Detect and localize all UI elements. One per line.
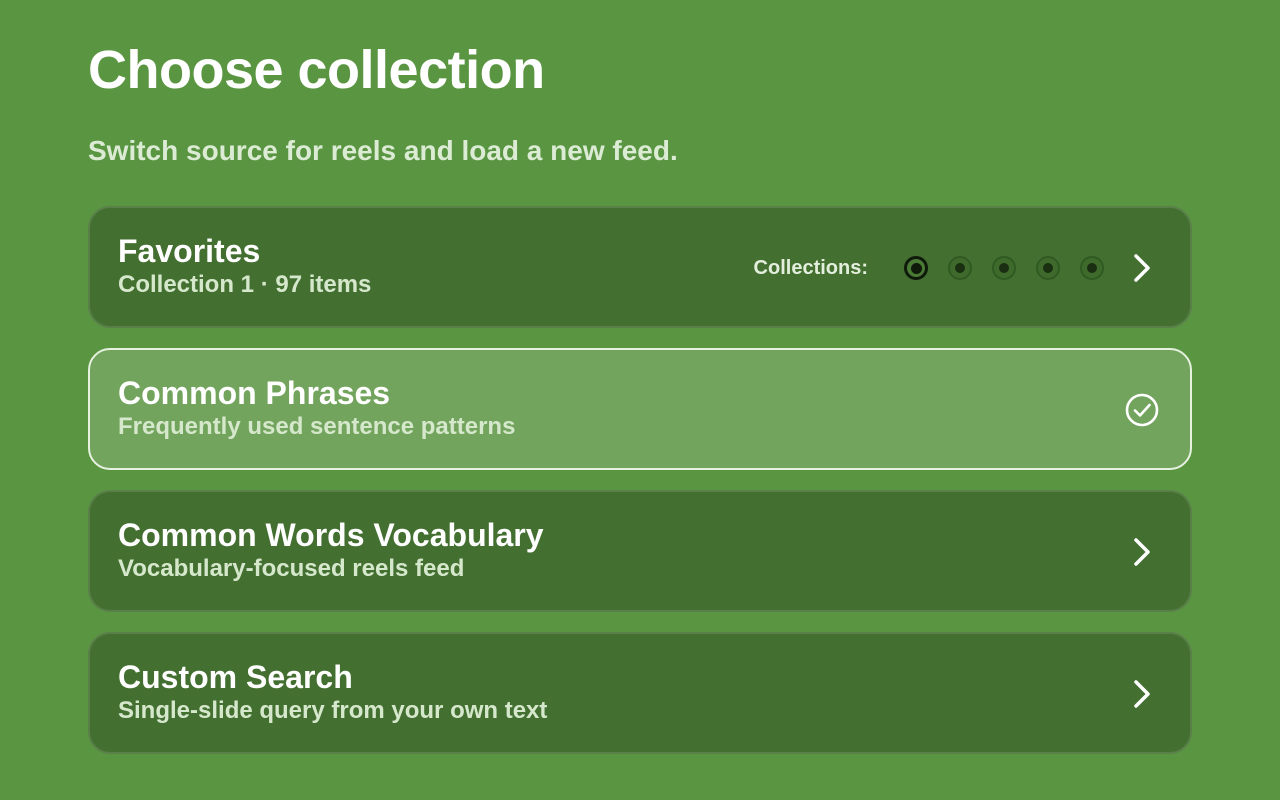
collection-card-common-phrases[interactable]: Common Phrases Frequently used sentence … (88, 348, 1192, 470)
chevron-right-icon (1134, 538, 1150, 566)
dot-indicator (910, 262, 922, 274)
collection-dot-5[interactable] (1080, 256, 1104, 280)
dot-indicator (999, 263, 1009, 273)
collection-card-title: Common Phrases (118, 375, 391, 411)
collection-card-title: Common Words Vocabulary (118, 517, 544, 553)
collection-card-title: Favorites (118, 233, 261, 269)
collection-card-subtitle: Vocabulary-focused reels feed (118, 555, 465, 582)
check-circle-icon (1125, 393, 1159, 427)
collection-dot-2[interactable] (948, 256, 972, 280)
page-subtitle: Switch source for reels and load a new f… (88, 135, 678, 166)
collection-list: Favorites Collection 1 · 97 items Collec… (88, 206, 1192, 774)
collections-selector: Collections: (754, 252, 1104, 284)
page-title: Choose collection (88, 40, 545, 100)
chevron-right-icon (1134, 680, 1150, 708)
collection-card-subtitle: Frequently used sentence patterns (118, 413, 516, 440)
collection-picker-page: Choose collection Switch source for reel… (0, 0, 1280, 800)
collection-card-custom-search[interactable]: Custom Search Single-slide query from yo… (88, 632, 1192, 754)
dot-indicator (1087, 263, 1097, 273)
collection-dot-1[interactable] (904, 256, 928, 280)
collection-dot-3[interactable] (992, 256, 1016, 280)
collection-card-title: Custom Search (118, 659, 353, 695)
collection-dot-4[interactable] (1036, 256, 1060, 280)
dot-indicator (955, 263, 965, 273)
collections-label: Collections: (753, 256, 868, 279)
collection-card-common-words[interactable]: Common Words Vocabulary Vocabulary-focus… (88, 490, 1192, 612)
collection-card-favorites[interactable]: Favorites Collection 1 · 97 items Collec… (88, 206, 1192, 328)
collection-card-subtitle: Collection 1 · 97 items (118, 271, 372, 298)
chevron-right-icon (1134, 254, 1150, 282)
collection-card-subtitle: Single-slide query from your own text (118, 697, 548, 724)
dot-indicator (1043, 263, 1053, 273)
